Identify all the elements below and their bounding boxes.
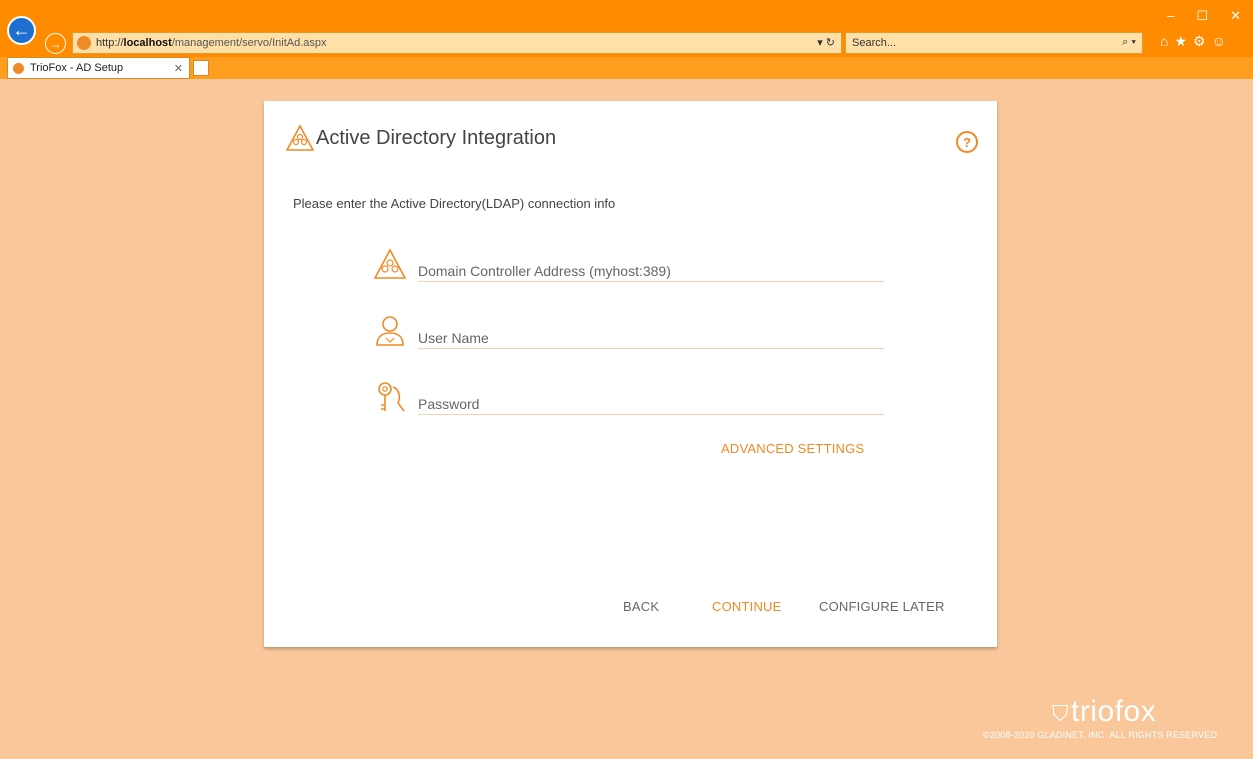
site-favicon-icon [77, 36, 91, 50]
tab-close-icon[interactable]: ✕ [174, 62, 183, 75]
search-icon[interactable]: ⌕ ▾ [1122, 36, 1136, 49]
back-button-card[interactable]: BACK [623, 599, 659, 614]
tab-ad-setup[interactable]: TrioFox - AD Setup ✕ [7, 57, 190, 79]
user-icon [376, 316, 404, 346]
password-input[interactable] [418, 393, 884, 415]
address-bar[interactable]: http://localhost/management/servo/InitAd… [72, 32, 842, 54]
domain-controller-icon [373, 248, 407, 279]
back-button[interactable]: ← [7, 16, 36, 45]
username-field [372, 313, 884, 353]
triofox-shield-icon: ⛉ [1052, 701, 1070, 726]
url-path: /management/servo/InitAd.aspx [171, 37, 327, 49]
url-host: localhost [123, 37, 172, 49]
tab-favicon-icon [13, 62, 24, 74]
close-window-icon[interactable]: ✕ [1230, 8, 1241, 24]
ad-integration-card: Active Directory Integration ? Please en… [264, 101, 997, 647]
new-tab-button[interactable] [193, 60, 209, 76]
triofox-logo: ⛉triofox [1052, 695, 1156, 729]
continue-button[interactable]: CONTINUE [712, 599, 782, 614]
home-icon[interactable]: ⌂ [1160, 33, 1168, 50]
domain-field [372, 246, 884, 286]
search-placeholder: Search... [852, 37, 897, 49]
browser-toolbar-icons: ⌂ ★ ⚙ ☺ [1160, 33, 1226, 50]
intro-text: Please enter the Active Directory(LDAP) … [293, 196, 616, 211]
help-icon[interactable]: ? [956, 131, 978, 153]
favorites-star-icon[interactable]: ★ [1174, 33, 1187, 50]
maximize-icon[interactable]: ☐ [1196, 8, 1208, 24]
key-icon [378, 382, 405, 412]
minimize-icon[interactable]: – [1167, 8, 1174, 24]
settings-gear-icon[interactable]: ⚙ [1193, 33, 1206, 50]
refresh-icon[interactable]: ▾ ↻ [817, 36, 835, 49]
username-input[interactable] [418, 327, 884, 349]
smiley-feedback-icon[interactable]: ☺ [1212, 33, 1226, 50]
logo-text: triofox [1071, 695, 1157, 728]
domain-controller-input[interactable] [418, 260, 884, 282]
page-title: Active Directory Integration [316, 127, 557, 149]
browser-titlebar: – ☐ ✕ ← → http://localhost/management/se… [0, 0, 1253, 57]
url-prefix: http:// [96, 37, 124, 49]
active-directory-icon [285, 124, 315, 151]
configure-later-button[interactable]: CONFIGURE LATER [819, 599, 945, 614]
tab-bar: TrioFox - AD Setup ✕ [0, 57, 1253, 79]
window-controls: – ☐ ✕ [1167, 8, 1241, 24]
forward-button[interactable]: → [45, 33, 66, 54]
advanced-settings-link[interactable]: ADVANCED SETTINGS [721, 441, 864, 456]
password-field [372, 379, 884, 419]
copyright-text: ©2008-2020 GLADINET, INC. ALL RIGHTS RES… [983, 730, 1218, 740]
search-box[interactable]: Search... ⌕ ▾ [845, 32, 1143, 54]
tab-title: TrioFox - AD Setup [30, 62, 124, 74]
